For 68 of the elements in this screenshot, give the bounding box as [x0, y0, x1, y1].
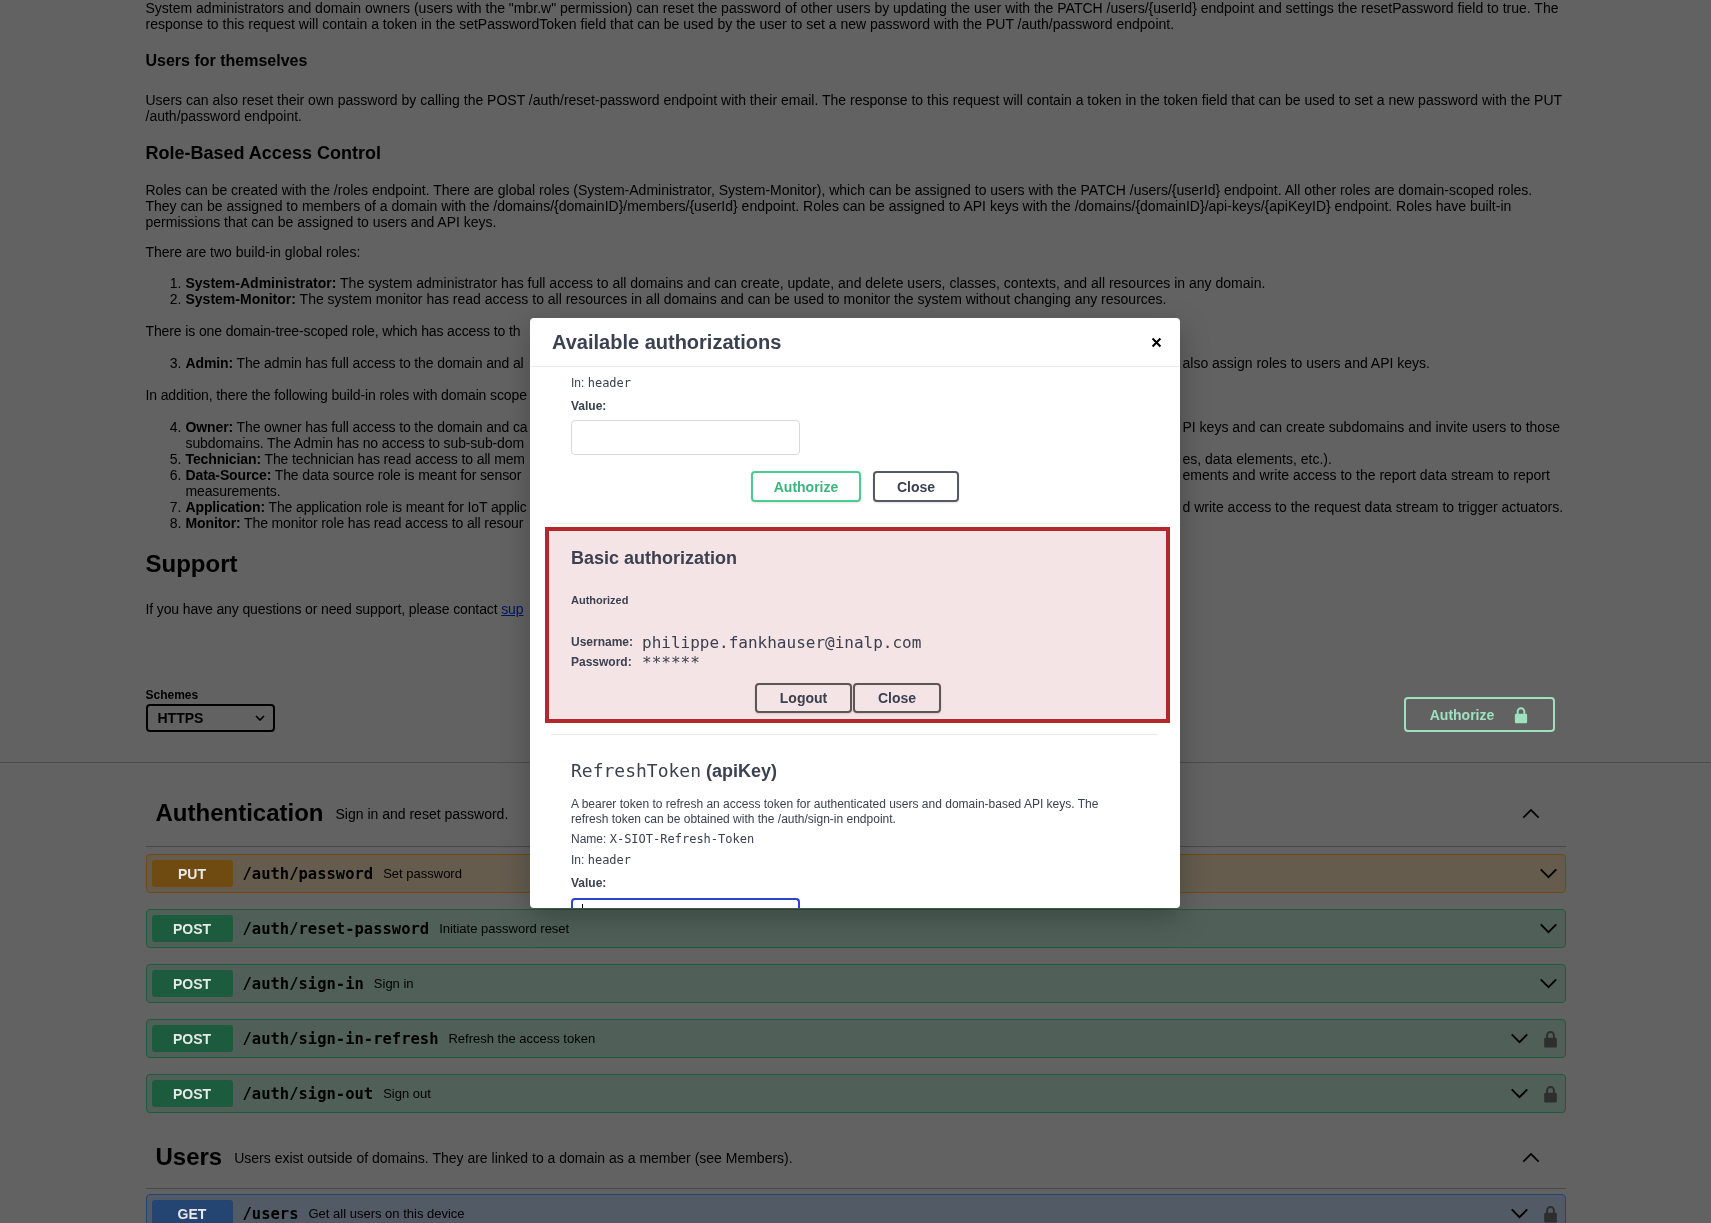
- list-number: 2.: [168, 291, 183, 307]
- method-badge: POST: [151, 1025, 233, 1052]
- doc-paragraph: Roles can be created with the /roles endpoint. There are global roles (System-Administrator, System-Monitor), which can be assigned to users with the PATCH /users/{userId} endpoint. All other roles are domain-scoped roles. They can be assigned to members of a domain with the /domains/{domainID}/members/{userId} endpoint. Roles can be assigned to API keys with the /domains/{domainID}/api-keys/{apiKeyID} endpoint. Roles have built-in permissions that can be assigned to users and API keys.: [145, 182, 1534, 230]
- section-description: Users exist outside of domains. They are linked to a domain as a member (see Members).: [234, 1150, 793, 1166]
- field-label: Username:: [571, 635, 635, 649]
- doc-heading: Support: [145, 549, 238, 579]
- method-badge: POST: [151, 970, 233, 997]
- doc-paragraph: Users can also reset their own password by calling the POST /auth/reset-password endpoint with their email. The response to this request will contain a token in the token field that can be used to set a new password with the PUT /auth/password endpoint.: [145, 92, 1563, 124]
- list-item-fragment: Owner: The owner has full access to the domain and ca: [185, 419, 528, 435]
- doc-paragraph: There are two build-in global roles:: [145, 244, 362, 260]
- endpoint-path: /auth/password: [242, 864, 374, 883]
- header-name-text: Name: X-SIOT-Refresh-Token: [571, 831, 755, 847]
- list-item-fragment: es, data elements, etc.).: [1182, 451, 1332, 467]
- doc-paragraph: System administrators and domain owners (users with the "mbr.w" permission) can reset the password of other users by updating the user with the PATCH /users/{userId} endpoint and settings the resetPassword field to true. The response to this request will contain a token in the setPasswordToken field that can be used by the user to set a new password with the PUT /auth/password endpoint.: [145, 0, 1560, 32]
- method-badge: PUT: [151, 860, 233, 887]
- operation-summary: Refresh the access token: [448, 1031, 596, 1046]
- list-number: 6.: [168, 467, 183, 483]
- list-number: 5.: [168, 451, 183, 467]
- dialog-title: Available authorizations: [552, 330, 782, 354]
- list-number: 3.: [168, 355, 183, 371]
- paragraph-fragment: There is one domain-tree-scoped role, which has access to th: [145, 323, 521, 339]
- endpoint-path: /auth/reset-password: [242, 919, 430, 938]
- list-item-fragment: Admin: The admin has full access to the domain and al: [185, 355, 524, 371]
- location-text: In: header: [571, 852, 632, 868]
- scheme-title: RefreshToken (apiKey): [571, 759, 778, 783]
- list-number: 4.: [168, 419, 183, 435]
- doc-subheading: Users for themselves: [145, 51, 308, 71]
- operation-summary: Set password: [383, 866, 462, 881]
- password-value: ******: [642, 652, 700, 672]
- list-item-fragment: measurements.: [185, 483, 281, 499]
- scheme-title: Basic authorization: [571, 547, 738, 569]
- doc-heading: Role-Based Access Control: [145, 142, 381, 164]
- list-item-fragment: Data-Source: The data source role is meant for sensor: [185, 467, 522, 483]
- endpoint-path: /auth/sign-out: [242, 1084, 374, 1103]
- list-item-fragment: also assign roles to users and API keys.: [1182, 355, 1430, 371]
- list-item-text: System-Administrator: The system administrator has full access to all domains and can create, update, and delete users, classes, contexts, and all resources in any domain.: [185, 275, 1267, 291]
- status-label: Authorized: [571, 593, 629, 607]
- list-item-fragment: Technician: The technician has read access to all mem: [185, 451, 525, 467]
- endpoint-path: /auth/sign-in-refresh: [242, 1029, 439, 1048]
- location-text: In: header: [571, 375, 632, 391]
- list-item-text: System-Monitor: The system monitor has read access to all resources in all domains and can be used to monitor the system without changing any resources.: [185, 291, 1168, 307]
- operation-summary: Sign in: [373, 976, 414, 991]
- paragraph-fragment: In addition, there the following build-in roles with domain scope: [145, 387, 527, 403]
- method-badge: POST: [151, 1080, 233, 1107]
- list-number: 7.: [168, 499, 183, 515]
- section-description: Sign in and reset password.: [335, 806, 509, 822]
- endpoint-path: /auth/sign-in: [242, 974, 364, 993]
- list-item-fragment: Application: The application role is meant for IoT applic: [185, 499, 527, 515]
- operation-summary: Get all users on this device: [308, 1206, 465, 1221]
- list-item-fragment: PI keys and can create subdomains and invite users to those: [1182, 419, 1560, 435]
- field-label: Password:: [571, 655, 633, 669]
- method-badge: POST: [151, 915, 233, 942]
- list-item-fragment: subdomains. The Admin has no access to sub-sub-dom: [185, 435, 524, 451]
- method-badge: GET: [151, 1200, 233, 1223]
- field-label: Value:: [571, 875, 607, 891]
- field-label: Value:: [571, 398, 607, 414]
- list-number: 1.: [168, 275, 183, 291]
- scheme-description: A bearer token to refresh an access token for authenticated users and domain-based API keys. The refresh token can be obtained with the /auth/sign-in endpoint.: [571, 797, 1100, 827]
- list-number: 8.: [168, 515, 183, 531]
- operation-summary: Initiate password reset: [439, 921, 570, 936]
- paragraph-fragment: If you have any questions or need support, please contact sup: [145, 601, 524, 617]
- list-item-fragment: Monitor: The monitor role has read access to all resour: [185, 515, 524, 531]
- list-item-fragment: ements and write access to the report data stream to report: [1182, 467, 1550, 483]
- schemes-label: Schemes: [145, 687, 199, 703]
- username-value: philippe.fankhauser@inalp.com: [642, 632, 922, 652]
- endpoint-path: /users: [242, 1204, 299, 1223]
- list-item-fragment: d write access to the request data stream to trigger actuators.: [1182, 499, 1563, 515]
- operation-summary: Sign out: [383, 1086, 431, 1101]
